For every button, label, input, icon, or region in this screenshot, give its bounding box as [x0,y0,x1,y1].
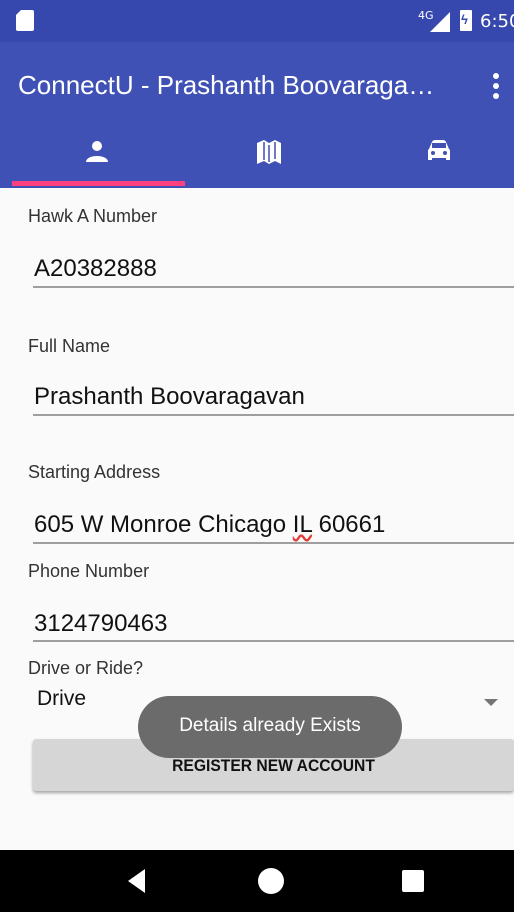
tab-car[interactable] [353,130,514,188]
spinner-selected-value: Drive [37,687,87,710]
hawk-number-label: Hawk A Number [28,206,158,226]
full-name-underline [33,414,514,416]
clock: 6:50 [480,11,514,32]
app-bar: ConnectU - Prashanth Boovaraga… [0,42,514,130]
address-zip: 60661 [311,511,386,538]
car-icon [428,140,450,160]
starting-address-underline [33,542,514,544]
navigation-bar [0,850,514,912]
tab-map[interactable] [183,130,354,188]
back-icon[interactable] [128,869,145,893]
address-text: 605 W Monroe Chicago [34,511,293,538]
app-title: ConnectU - Prashanth Boovaraga… [18,70,435,100]
full-name-field[interactable]: Prashanth Boovaragavan [34,383,305,411]
map-icon [257,140,281,164]
full-name-label: Full Name [28,336,111,356]
phone-number-field[interactable]: 3124790463 [34,610,167,638]
more-vert-icon[interactable] [486,68,506,104]
spellcheck-flagged-word: IL [292,511,312,538]
phone-number-label: Phone Number [28,561,150,581]
toast-message: Details already Exists [138,696,402,758]
person-icon [86,141,108,162]
starting-address-label: Starting Address [28,462,161,482]
tab-bar [0,130,514,188]
tab-profile[interactable] [12,130,183,188]
drive-or-ride-label: Drive or Ride? [28,658,144,678]
recents-icon[interactable] [402,870,424,892]
hawk-number-underline [33,286,514,288]
toast-text: Details already Exists [179,715,361,736]
phone-number-underline [33,640,514,642]
starting-address-field[interactable]: 605 W Monroe Chicago IL 60661 [34,511,385,539]
signal-icon [430,12,450,32]
status-bar: 4G 6:50 [0,0,514,42]
hawk-number-field[interactable]: A20382888 [34,255,157,283]
register-button-label: REGISTER NEW ACCOUNT [172,756,375,775]
sd-card-icon [15,9,34,31]
dropdown-arrow-icon [484,699,498,706]
tab-indicator [12,181,185,186]
battery-charging-icon [460,10,472,31]
home-icon[interactable] [258,868,284,894]
